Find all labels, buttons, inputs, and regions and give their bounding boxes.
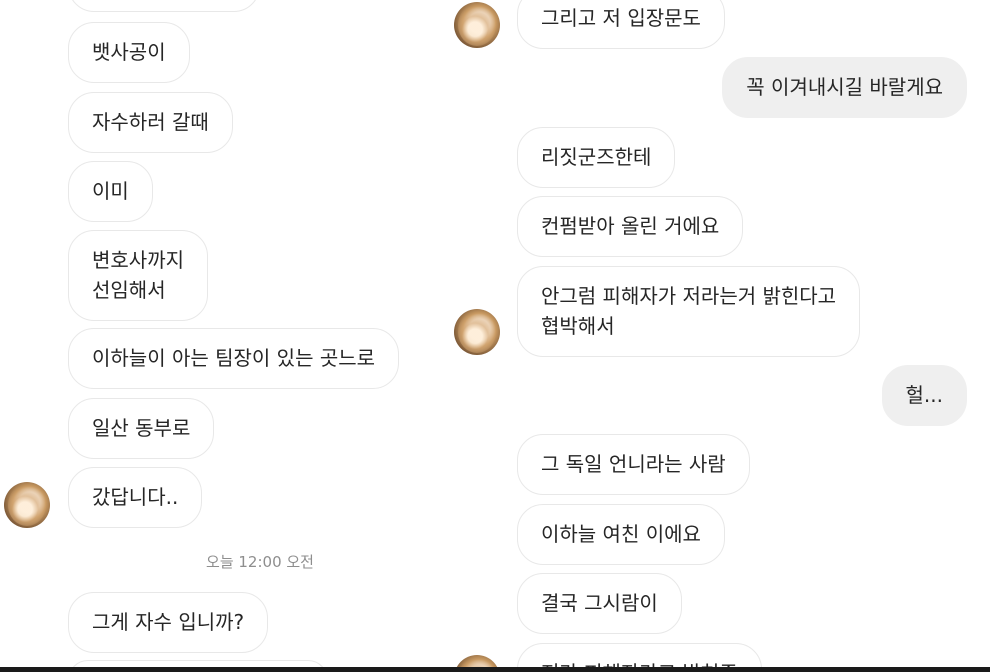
message-bubble[interactable]: 이하늘이 아는 팀장이 있는 곳느로	[68, 328, 400, 389]
message-bubble[interactable]: 갔답니다..	[68, 467, 203, 528]
message-bubble[interactable]: 그 독일 언니라는 사람	[517, 434, 750, 495]
message-bubble-partial[interactable]	[68, 0, 260, 12]
message-bubble[interactable]: 자수하러 갈때	[68, 92, 233, 153]
message-text: 그게 자수 입니까?	[92, 610, 245, 634]
message-text: 이미	[92, 179, 129, 203]
message-bubble[interactable]: 결국 그시람이	[517, 573, 682, 634]
profile-avatar-icon[interactable]	[454, 2, 500, 48]
message-text-line: 선임해서	[92, 278, 166, 302]
message-text-line: 변호사까지	[92, 248, 184, 272]
avatar-image	[458, 4, 496, 46]
message-bubble[interactable]: 이미	[68, 161, 153, 222]
message-text: 일산 동부로	[92, 416, 191, 440]
message-text-line: 협박해서	[541, 314, 615, 338]
message-text: 헐...	[905, 383, 943, 407]
message-bubble[interactable]: 변호사까지 선임해서	[68, 230, 208, 321]
screen-bottom-edge	[0, 667, 990, 672]
message-bubble[interactable]: 그게 자수 입니까?	[68, 592, 269, 653]
message-bubble[interactable]: 이하늘 여친 이에요	[517, 504, 725, 565]
message-text: 컨펌받아 올린 거에요	[541, 214, 720, 238]
message-bubble[interactable]: 일산 동부로	[68, 398, 215, 459]
message-text: 이하늘 여친 이에요	[541, 522, 701, 546]
avatar-image	[8, 484, 46, 526]
message-text: 갔답니다..	[92, 485, 179, 509]
message-bubble[interactable]: 그리고 저 입장문도	[517, 0, 725, 49]
right-chat-pane[interactable]: 그리고 저 입장문도 꼭 이겨내시길 바랄게요 리짓군즈한테 컨펌받아 올린 거…	[450, 0, 990, 672]
message-text: 결국 그시람이	[541, 591, 658, 615]
message-text: 이하늘이 아는 팀장이 있는 곳느로	[92, 346, 376, 370]
message-text-line: 안그럼 피해자가 저라는거 밝힌다고	[541, 284, 837, 308]
timestamp: 오늘 12:00 오전	[206, 553, 314, 571]
sent-message-bubble[interactable]: 헐...	[881, 365, 967, 426]
left-chat-pane[interactable]: 뱃사공이 자수하러 갈때 이미 변호사까지 선임해서 이하늘이 아는 팀장이 있…	[0, 0, 450, 672]
message-text: 뱃사공이	[92, 40, 166, 64]
message-bubble[interactable]: 뱃사공이	[68, 22, 190, 83]
profile-avatar-icon[interactable]	[454, 309, 500, 355]
message-text: 그 독일 언니라는 사람	[541, 452, 726, 476]
message-text: 그리고 저 입장문도	[541, 6, 701, 30]
avatar-image	[458, 311, 496, 353]
message-text: 리짓군즈한테	[541, 145, 652, 169]
message-bubble[interactable]: 컨펌받아 올린 거에요	[517, 196, 744, 257]
profile-avatar-icon[interactable]	[4, 482, 50, 528]
message-bubble[interactable]: 안그럼 피해자가 저라는거 밝힌다고 협박해서	[517, 266, 861, 357]
message-text: 꼭 이겨내시길 바랄게요	[746, 75, 943, 99]
message-bubble[interactable]: 리짓군즈한테	[517, 127, 676, 188]
message-text: 자수하러 갈때	[92, 110, 209, 134]
sent-message-bubble[interactable]: 꼭 이겨내시길 바랄게요	[722, 57, 967, 118]
